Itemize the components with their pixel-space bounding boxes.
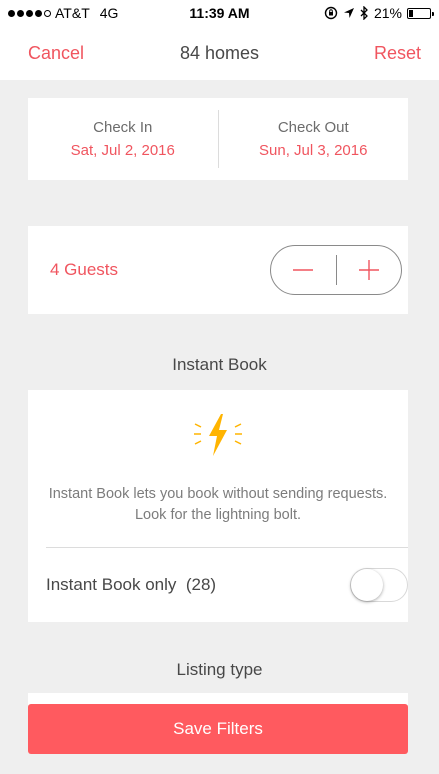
guests-card: 4 Guests [28, 226, 408, 314]
toggle-knob [351, 569, 383, 601]
increase-guests-button[interactable] [337, 246, 402, 294]
check-in-value: Sat, Jul 2, 2016 [70, 142, 175, 159]
check-in-selector[interactable]: Check In Sat, Jul 2, 2016 [28, 98, 218, 180]
instant-book-card: Instant Book lets you book without sendi… [28, 390, 408, 622]
check-out-label: Check Out [277, 119, 349, 136]
battery-icon [407, 7, 434, 19]
cancel-button[interactable]: Cancel [28, 43, 84, 64]
rotation-lock-icon [324, 6, 338, 20]
status-left: AT&T 4G [8, 5, 118, 21]
instant-book-toggle-label: Instant Book only (28) [46, 575, 217, 594]
instant-book-row: Instant Book only (28) [28, 548, 408, 622]
status-time: 11:39 AM [189, 5, 250, 21]
save-filters-button[interactable]: Save Filters [28, 704, 408, 754]
bolt-wrapper [183, 410, 253, 460]
instant-book-toggle[interactable] [350, 568, 408, 602]
dates-card: Check In Sat, Jul 2, 2016 Check Out Sun,… [28, 98, 408, 180]
check-out-value: Sun, Jul 3, 2016 [259, 142, 368, 159]
carrier-name: AT&T [55, 5, 90, 21]
battery-percent: 21% [373, 5, 402, 21]
plus-icon [358, 260, 379, 280]
minus-icon [293, 269, 314, 271]
instant-book-description: Instant Book lets you book without sendi… [48, 486, 388, 523]
nav-bar: Cancel 84 homes Reset [0, 26, 439, 80]
guests-count-label: 4 Guests [50, 260, 119, 279]
status-bar: AT&T 4G 11:39 AM 21% [0, 0, 439, 26]
instant-book-heading: Instant Book [172, 355, 267, 374]
battery-level [409, 9, 414, 17]
listing-type-heading: Listing type [176, 660, 263, 679]
signal-strength-icon [8, 9, 51, 17]
location-arrow-icon [343, 8, 354, 18]
lightning-bolt-icon [194, 414, 242, 456]
page-title: 84 homes [179, 42, 260, 63]
check-in-label: Check In [93, 119, 153, 136]
network-type: 4G [99, 5, 119, 21]
reset-button[interactable]: Reset [374, 43, 421, 64]
guests-stepper [270, 245, 402, 295]
status-right: 21% [324, 5, 434, 21]
check-out-selector[interactable]: Check Out Sun, Jul 3, 2016 [219, 98, 409, 180]
decrease-guests-button[interactable] [271, 246, 336, 294]
bluetooth-icon [360, 6, 368, 20]
